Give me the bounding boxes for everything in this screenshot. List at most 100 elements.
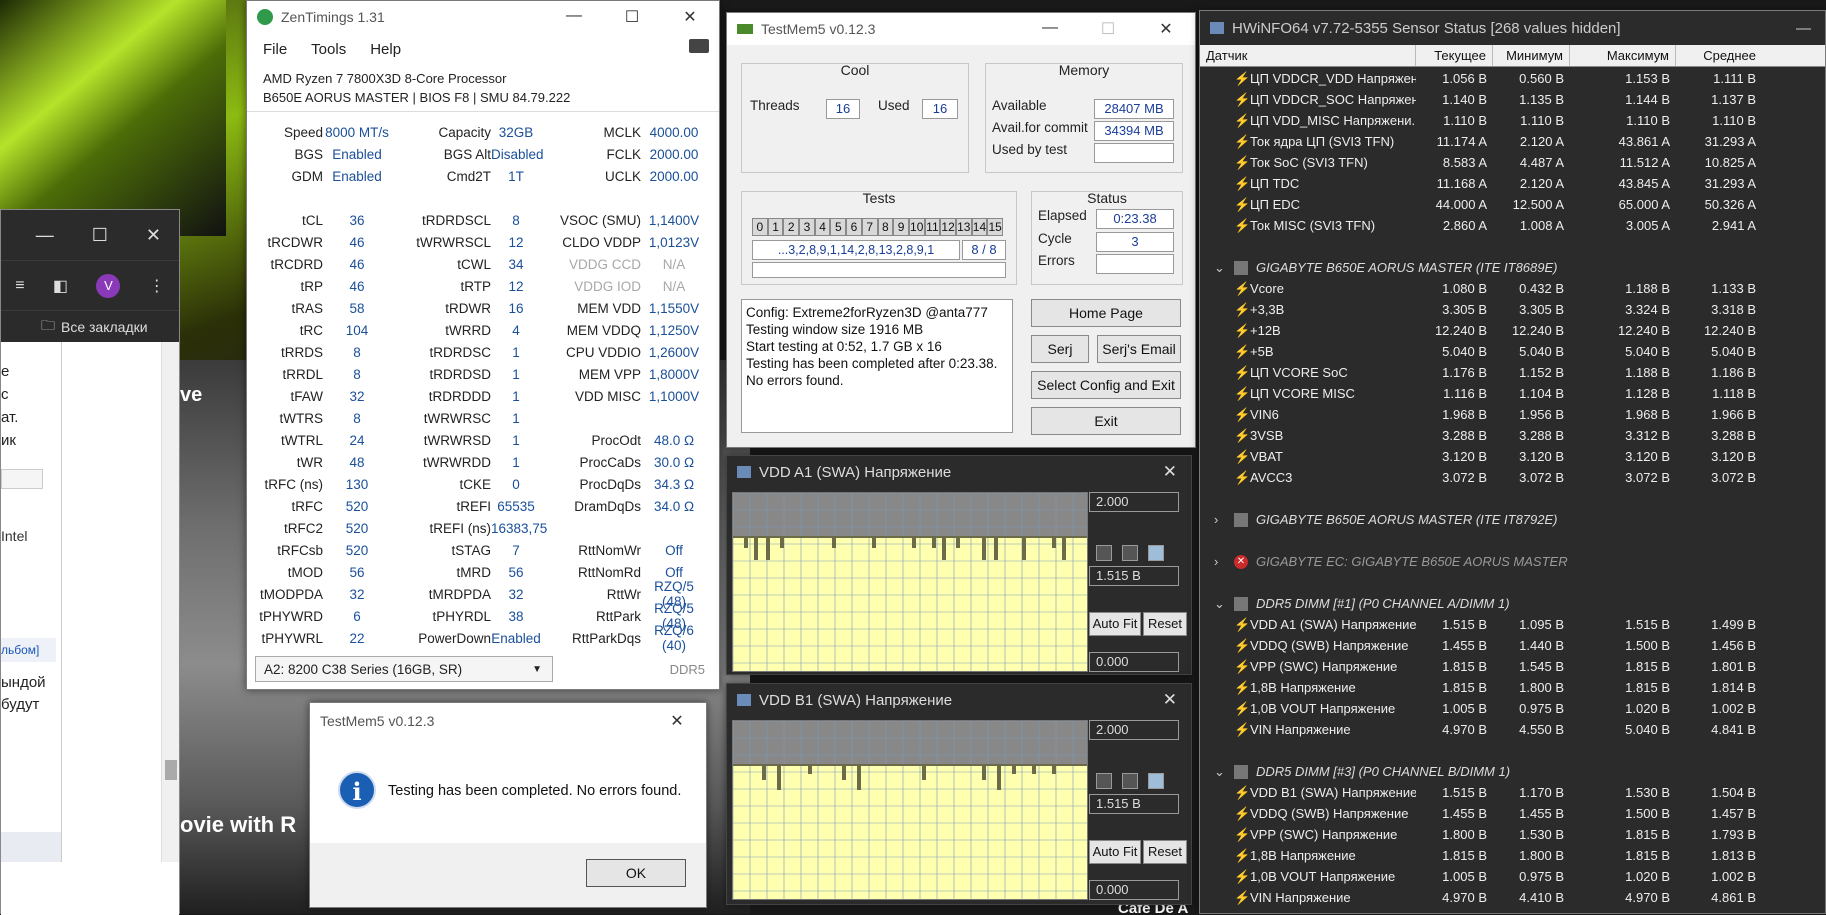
sensor-row[interactable]: ⚡ ЦП VDDCR_SOC Напряжен... 1.140 В 1.135 В 1… — [1200, 89, 1825, 110]
sensor-row[interactable]: ⚡ AVCC3 3.072 В 3.072 В 3.072 В 3.072 В — [1200, 467, 1825, 488]
serj-email-button[interactable]: Serj's Email — [1097, 335, 1181, 363]
chevron-down-icon[interactable]: ⌄ — [1214, 260, 1234, 276]
sensor-row[interactable]: ⚡ VPP (SWC) Напряжение 1.815 В 1.545 В 1.815… — [1200, 656, 1825, 677]
sensor-group-header[interactable]: ⌄ DDR5 DIMM [#3] (P0 CHANNEL B/DIMM 1) — [1200, 761, 1825, 782]
close-icon[interactable]: ✕ — [661, 7, 719, 27]
side-panel-icon[interactable]: ◧ — [53, 276, 68, 296]
sensor-row[interactable]: ⚡ VDDQ (SWB) Напряжение 1.455 В 1.440 В 1.50… — [1200, 635, 1825, 656]
view-mode-checkbox-3[interactable] — [1148, 773, 1164, 789]
sensor-row[interactable]: ⚡ +12В 12.240 В 12.240 В 12.240 В 12.240 В — [1200, 320, 1825, 341]
video-side-title: ve — [180, 384, 203, 406]
sensor-row[interactable]: ⚡ VIN6 1.968 В 1.956 В 1.968 В 1.966 В — [1200, 404, 1825, 425]
sensor-row[interactable]: ⚡ VIN Напряжение 4.970 В 4.550 В 5.040 В 4.84… — [1200, 719, 1825, 740]
sensor-group-header[interactable]: ⌄ GIGABYTE B650E AORUS MASTER (ITE IT8689… — [1200, 257, 1825, 278]
sensor-group-header[interactable]: ⌄ DDR5 DIMM [#1] (P0 CHANNEL A/DIMM 1) — [1200, 593, 1825, 614]
timing-label: VSOC (SMU) — [560, 212, 641, 228]
sensor-row[interactable]: ⚡ 1,0В VOUT Напряжение 1.005 В 0.975 В 1.020… — [1200, 698, 1825, 719]
input-fragment[interactable] — [1, 469, 43, 489]
sensor-row[interactable]: ⚡ Ток SoC (SVI3 TFN) 8.583 A 4.487 A 11.512 … — [1200, 152, 1825, 173]
view-mode-checkbox-2[interactable] — [1122, 773, 1138, 789]
timing-row: tCL 36 tRDRDSCL 8 VSOC (SMU) 1,1400V — [247, 209, 721, 231]
sensor-row[interactable]: ⚡ VDD A1 (SWA) Напряжение 1.515 В 1.095 В 1.… — [1200, 614, 1825, 635]
sensor-row[interactable]: ⚡ ЦП VDDCR_VDD Напряжен... 1.056 В 0.560 В 1… — [1200, 68, 1825, 89]
view-mode-checkbox-1[interactable] — [1096, 773, 1112, 789]
video-title[interactable]: ovie with R — [180, 812, 296, 838]
col-sensor[interactable]: Датчик — [1200, 45, 1416, 66]
close-icon[interactable]: ✕ — [1163, 690, 1177, 710]
testmem5-icon — [737, 24, 753, 34]
sensor-row[interactable]: ⚡ VDD B1 (SWA) Напряжение 1.515 В 1.170 В 1.… — [1200, 782, 1825, 803]
auto-fit-button[interactable]: Auto Fit — [1089, 612, 1141, 636]
sensor-group-header[interactable]: › ✕ GIGABYTE EC: GIGABYTE B650E AORUS MAST… — [1200, 551, 1825, 572]
sensor-row[interactable]: ⚡ +3,3В 3.305 В 3.305 В 3.324 В 3.318 В — [1200, 299, 1825, 320]
menu-dots-icon[interactable]: ⋮ — [149, 276, 165, 296]
sensor-row[interactable]: ⚡ Ток MISC (SVI3 TFN) 2.860 A 1.008 A 3.005 … — [1200, 215, 1825, 236]
close-icon[interactable]: ✕ — [146, 225, 161, 246]
close-icon[interactable]: ✕ — [648, 711, 706, 731]
home-page-button[interactable]: Home Page — [1031, 299, 1181, 327]
scrollbar-thumb[interactable] — [165, 760, 177, 780]
sensor-row[interactable]: ⚡ VIN Напряжение 4.970 В 4.410 В 4.970 В 4.86… — [1200, 887, 1825, 908]
sensor-row[interactable]: ⚡ ЦП TDC 11.168 A 2.120 A 43.845 A 31.293 A — [1200, 173, 1825, 194]
timing-label: tRDRDSD — [429, 366, 491, 382]
view-mode-checkbox-2[interactable] — [1122, 545, 1138, 561]
sensor-group-header[interactable]: › GIGABYTE B650E AORUS MASTER (ITE IT8792… — [1200, 509, 1825, 530]
camera-icon[interactable] — [689, 39, 709, 53]
timing-label: Cmd2T — [446, 168, 491, 184]
maximize-icon[interactable]: ☐ — [92, 225, 108, 246]
board-info: B650E AORUS MASTER | BIOS F8 | SMU 84.79… — [263, 90, 571, 105]
reset-button[interactable]: Reset — [1143, 840, 1187, 864]
select-config-button[interactable]: Select Config and Exit — [1031, 371, 1181, 399]
serj-button[interactable]: Serj — [1031, 335, 1089, 363]
col-min[interactable]: Минимум — [1493, 45, 1570, 66]
sensor-value: 1.020 В — [1625, 701, 1670, 716]
menu-file[interactable]: File — [263, 41, 287, 58]
chevron-down-icon[interactable]: ⌄ — [1214, 596, 1234, 612]
sensor-row[interactable]: ⚡ ЦП VDD_MISC Напряжени... 1.110 В 1.110 В 1… — [1200, 110, 1825, 131]
col-current[interactable]: Текущее — [1416, 45, 1493, 66]
menu-help[interactable]: Help — [370, 41, 401, 58]
ok-button[interactable]: OK — [586, 859, 686, 887]
all-bookmarks-link[interactable]: Все закладки — [61, 319, 148, 335]
sensor-row[interactable]: ⚡ 1,8В Напряжение 1.815 В 1.800 В 1.815 В 1.8… — [1200, 845, 1825, 866]
auto-fit-button[interactable]: Auto Fit — [1089, 840, 1141, 864]
col-avg[interactable]: Среднее — [1676, 45, 1762, 66]
sensor-value: 1.815 В — [1625, 659, 1670, 674]
sensor-row[interactable]: ⚡ 3VSB 3.288 В 3.288 В 3.312 В 3.288 В — [1200, 425, 1825, 446]
close-icon[interactable]: ✕ — [1163, 462, 1177, 482]
media-queue-icon[interactable]: ≡ — [15, 277, 24, 295]
avatar[interactable]: V — [96, 273, 121, 298]
sensor-row[interactable]: ⚡ +5В 5.040 В 5.040 В 5.040 В 5.040 В — [1200, 341, 1825, 362]
sensor-row[interactable]: ⚡ 1,8В Напряжение 1.815 В 1.800 В 1.815 В 1.8… — [1200, 677, 1825, 698]
view-mode-checkbox-1[interactable] — [1096, 545, 1112, 561]
sensor-row[interactable]: ⚡ ЦП VCORE SoC 1.176 В 1.152 В 1.188 В 1.186 … — [1200, 362, 1825, 383]
sensor-row[interactable]: ⚡ 1,0В VOUT Напряжение 1.005 В 0.975 В 1.020… — [1200, 866, 1825, 887]
view-mode-checkbox-3[interactable] — [1148, 545, 1164, 561]
chevron-right-icon[interactable]: › — [1214, 512, 1234, 527]
exit-button[interactable]: Exit — [1031, 407, 1181, 435]
sensor-row[interactable]: ⚡ VBAT 3.120 В 3.120 В 3.120 В 3.120 В — [1200, 446, 1825, 467]
maximize-icon[interactable]: ☐ — [603, 7, 661, 27]
chevron-down-icon[interactable]: ⌄ — [1214, 764, 1234, 780]
sensor-row[interactable]: ⚡ Vcore 1.080 В 0.432 В 1.188 В 1.133 В — [1200, 278, 1825, 299]
sensor-row[interactable]: ⚡ Ток ядра ЦП (SVI3 TFN) 11.174 A 2.120 A 43… — [1200, 131, 1825, 152]
sensor-row[interactable]: ⚡ ЦП VCORE MISC 1.116 В 1.104 В 1.128 В 1.118… — [1200, 383, 1825, 404]
memory-profile-select[interactable]: A2: 8200 C38 Series (16GB, SR) ▼ — [255, 656, 553, 682]
minimize-icon[interactable]: — — [1021, 19, 1079, 39]
minimize-icon[interactable]: — — [1796, 20, 1811, 37]
threads-field: 16 — [826, 99, 860, 119]
minimize-icon[interactable]: — — [545, 7, 603, 27]
menu-tools[interactable]: Tools — [311, 41, 346, 58]
maximize-icon[interactable]: ☐ — [1079, 19, 1137, 39]
minimize-icon[interactable]: — — [36, 225, 54, 246]
chevron-right-icon[interactable]: › — [1214, 554, 1234, 569]
close-icon[interactable]: ✕ — [1137, 19, 1195, 39]
scrollbar[interactable] — [161, 342, 179, 862]
album-link[interactable]: льбом] — [1, 638, 56, 662]
sensor-name: Ток MISC (SVI3 TFN) — [1250, 218, 1376, 233]
reset-button[interactable]: Reset — [1143, 612, 1187, 636]
sensor-row[interactable]: ⚡ VDDQ (SWB) Напряжение 1.455 В 1.455 В 1.50… — [1200, 803, 1825, 824]
col-max[interactable]: Максимум — [1570, 45, 1676, 66]
sensor-row[interactable]: ⚡ VPP (SWC) Напряжение 1.800 В 1.530 В 1.815… — [1200, 824, 1825, 845]
sensor-row[interactable]: ⚡ ЦП EDC 44.000 A 12.500 A 65.000 A 50.326 A — [1200, 194, 1825, 215]
